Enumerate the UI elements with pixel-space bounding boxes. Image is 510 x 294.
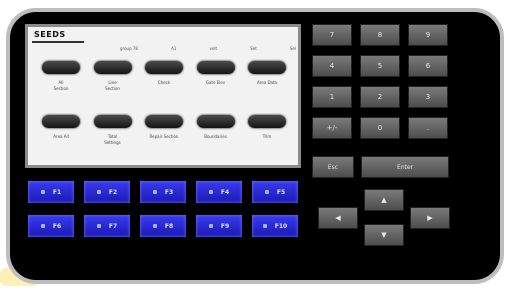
key-9[interactable]: 9 xyxy=(408,24,448,46)
slot-label: Repair Section xyxy=(149,134,179,139)
screen-header: group 78 A1 volt Set Sel xyxy=(120,46,296,51)
slot-label: Area Data xyxy=(256,80,278,85)
softkey-pill[interactable] xyxy=(196,115,235,128)
function-key-f5[interactable]: F5 xyxy=(251,180,299,204)
screen-slot[interactable]: Trim xyxy=(244,115,290,146)
key-8[interactable]: 8 xyxy=(360,24,400,46)
arrow-down-icon: ▼ xyxy=(381,231,387,239)
function-key-pad: F1 F2 F3 F4 F5 F6 F7 F8 F9 F10 xyxy=(27,180,299,242)
screen-slot[interactable]: All Section xyxy=(38,61,84,92)
key-5[interactable]: 5 xyxy=(360,55,400,77)
arrow-left-button[interactable]: ◀ xyxy=(318,207,358,229)
screen-slot[interactable]: Boundaries xyxy=(193,115,239,146)
key-2[interactable]: 2 xyxy=(360,86,400,108)
slot-label: Line Section xyxy=(105,80,120,91)
screen-slot[interactable]: Gate Elev xyxy=(193,61,239,92)
arrow-up-icon: ▲ xyxy=(381,196,387,204)
function-key-label: F1 xyxy=(52,188,62,196)
key-6[interactable]: 6 xyxy=(408,55,448,77)
screen-title: SEEDS xyxy=(34,30,66,39)
screen-slot[interactable]: Area All xyxy=(38,115,84,146)
key-3[interactable]: 3 xyxy=(408,86,448,108)
softkey-pill[interactable] xyxy=(42,61,80,74)
function-key-label: F6 xyxy=(52,222,62,230)
esc-button[interactable]: Esc xyxy=(312,156,354,178)
function-key-f10[interactable]: F10 xyxy=(251,214,299,238)
slot-label: Check xyxy=(157,80,171,85)
slot-label: Gate Elev xyxy=(205,80,226,85)
screen-slot[interactable]: Line Section xyxy=(90,61,136,92)
indicator-icon xyxy=(264,190,269,194)
arrow-down-button[interactable]: ▼ xyxy=(364,224,404,246)
indicator-icon xyxy=(96,224,101,228)
screen-slot[interactable]: Check xyxy=(141,61,187,92)
softkey-pill[interactable] xyxy=(145,61,183,74)
key-1[interactable]: 1 xyxy=(312,86,352,108)
slot-label: All Section xyxy=(53,80,69,91)
function-key-label: F7 xyxy=(108,222,118,230)
slot-label: Boundaries xyxy=(204,134,227,139)
softkey-pill[interactable] xyxy=(248,115,286,128)
function-key-label: F10 xyxy=(274,222,288,230)
screen-slot[interactable]: Area Data xyxy=(244,61,290,92)
slot-label: Area All xyxy=(53,134,69,139)
arrow-right-icon: ▶ xyxy=(427,214,433,222)
slot-label: Total Settings xyxy=(104,134,121,145)
arrow-right-button[interactable]: ▶ xyxy=(410,207,450,229)
enter-button[interactable]: Enter xyxy=(361,156,449,178)
indicator-icon xyxy=(40,190,45,194)
arrow-up-button[interactable]: ▲ xyxy=(364,189,404,211)
numeric-keypad: 7 8 9 4 5 6 1 2 3 +/- 0 . xyxy=(312,24,448,139)
key-0[interactable]: 0 xyxy=(360,117,400,139)
softkey-pill[interactable] xyxy=(248,61,286,74)
header-item: Sel xyxy=(289,46,296,51)
softkey-pill[interactable] xyxy=(93,61,132,74)
softkey-pill[interactable] xyxy=(93,115,132,128)
indicator-icon xyxy=(40,224,45,228)
function-key-f2[interactable]: F2 xyxy=(83,180,131,204)
function-key-label: F5 xyxy=(276,188,286,196)
header-item: Set xyxy=(250,46,257,51)
key-sign[interactable]: +/- xyxy=(312,117,352,139)
slot-label: Trim xyxy=(262,134,272,139)
indicator-icon xyxy=(152,224,157,228)
function-key-f4[interactable]: F4 xyxy=(195,180,243,204)
screen-slot[interactable]: Total Settings xyxy=(90,115,136,146)
header-item: A1 xyxy=(171,46,177,51)
indicator-icon xyxy=(152,190,157,194)
function-key-f1[interactable]: F1 xyxy=(27,180,75,204)
key-7[interactable]: 7 xyxy=(312,24,352,46)
indicator-icon xyxy=(208,224,213,228)
function-key-label: F3 xyxy=(164,188,174,196)
function-key-f8[interactable]: F8 xyxy=(139,214,187,238)
softkey-pill[interactable] xyxy=(42,115,80,128)
function-key-f7[interactable]: F7 xyxy=(83,214,131,238)
function-key-f6[interactable]: F6 xyxy=(27,214,75,238)
header-item: group 78 xyxy=(120,46,138,51)
key-decimal[interactable]: . xyxy=(408,117,448,139)
function-key-f9[interactable]: F9 xyxy=(195,214,243,238)
screen-row-2: Area All Total Settings Repair Section B… xyxy=(38,115,290,146)
function-key-label: F2 xyxy=(108,188,118,196)
function-key-label: F9 xyxy=(220,222,230,230)
lcd-screen: SEEDS group 78 A1 volt Set Sel All Secti… xyxy=(25,24,301,168)
softkey-pill[interactable] xyxy=(196,61,235,74)
indicator-icon xyxy=(262,224,267,228)
indicator-icon xyxy=(96,190,101,194)
function-key-f3[interactable]: F3 xyxy=(139,180,187,204)
key-4[interactable]: 4 xyxy=(312,55,352,77)
softkey-pill[interactable] xyxy=(145,115,183,128)
function-key-label: F4 xyxy=(220,188,230,196)
arrow-left-icon: ◀ xyxy=(335,214,341,222)
screen-slot[interactable]: Repair Section xyxy=(141,115,187,146)
header-item: volt xyxy=(209,46,218,51)
function-key-label: F8 xyxy=(164,222,174,230)
screen-row-1: All Section Line Section Check Gate Elev… xyxy=(38,61,290,92)
indicator-icon xyxy=(208,190,213,194)
title-underline xyxy=(32,41,84,43)
